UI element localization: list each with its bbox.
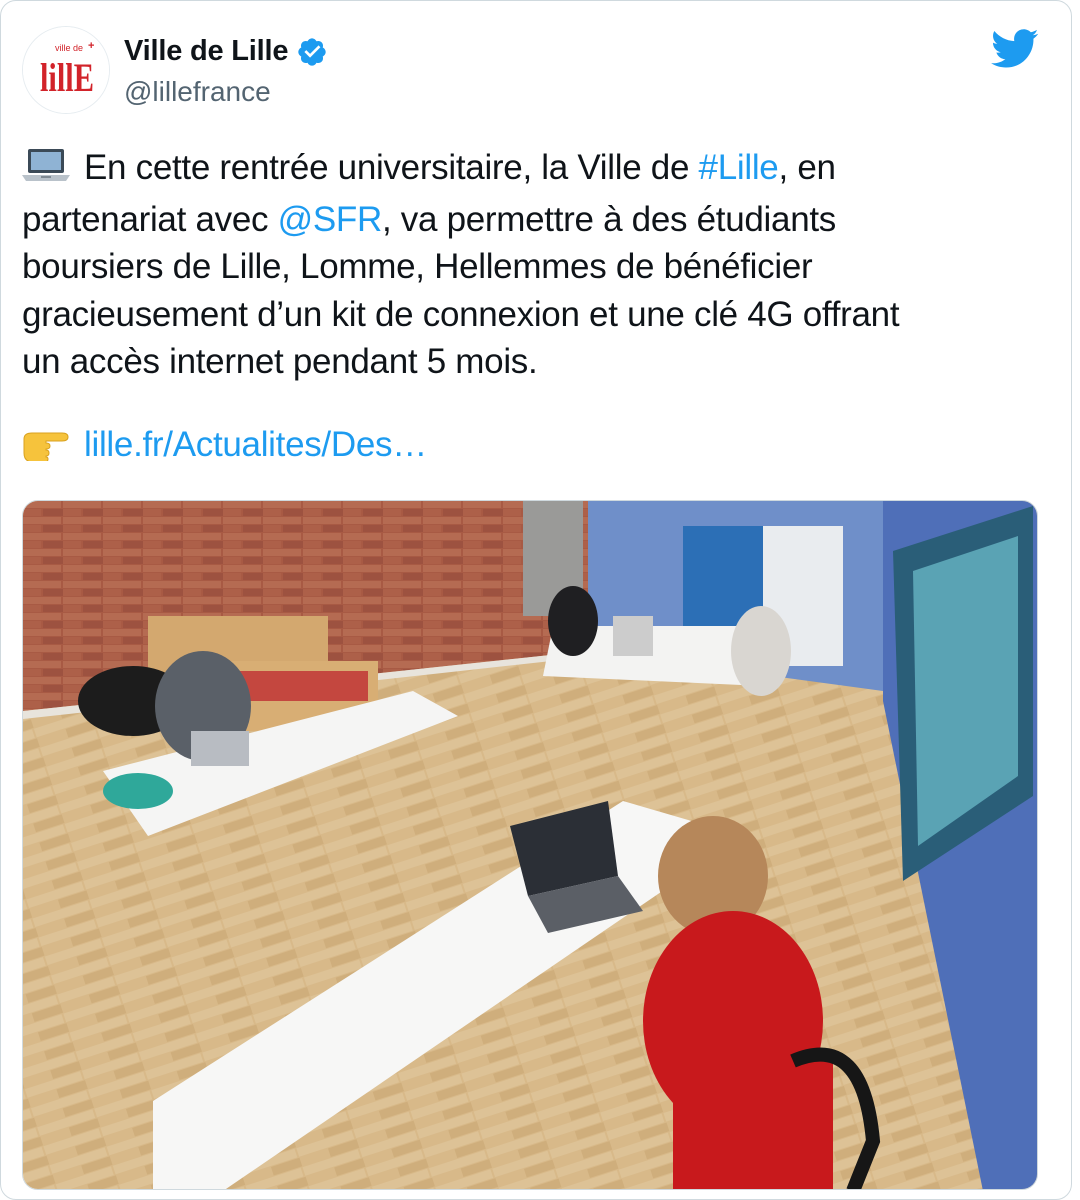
text-segment: un accès internet pendant 5 mois. xyxy=(22,342,538,381)
text-segment: , va permettre à des étudiants xyxy=(381,199,836,239)
twitter-bird-icon[interactable] xyxy=(991,28,1039,70)
author-avatar[interactable]: ville de + lillE xyxy=(22,26,110,114)
tweet-text-line: boursiers de Lille, Lomme, Hellemmes de … xyxy=(22,243,1047,291)
article-link[interactable]: lille.fr/Actualites/Des… xyxy=(84,425,427,464)
text-segment: partenariat avec xyxy=(22,199,278,239)
author-handle[interactable]: @lillefrance xyxy=(124,76,271,108)
author-name-row[interactable]: Ville de Lille xyxy=(124,35,328,68)
text-segment: boursiers de Lille, Lomme, Hellemmes de … xyxy=(22,247,813,286)
tweet-url-line: lille.fr/Actualites/Des… xyxy=(22,425,427,470)
text-segment: En cette rentrée universitaire, la Ville… xyxy=(84,148,699,187)
verified-badge-icon xyxy=(296,36,328,68)
laptop-icon xyxy=(22,147,70,196)
svg-text:+: + xyxy=(88,40,94,52)
tweet-text-line: En cette rentrée universitaire, la Ville… xyxy=(22,144,1047,196)
tweet-photo[interactable] xyxy=(22,500,1038,1190)
logo-small-text: ville de xyxy=(55,43,83,53)
tweet-text-line: partenariat avec @SFR, va permettre à de… xyxy=(22,196,1047,244)
pointing-hand-icon xyxy=(22,427,70,470)
tweet-text-line: gracieusement d’un kit de connexion et u… xyxy=(22,291,1047,339)
author-display-name[interactable]: Ville de Lille xyxy=(124,35,288,68)
text-segment: , en xyxy=(778,148,836,187)
tweet-text: En cette rentrée universitaire, la Ville… xyxy=(22,144,1047,386)
logo-text: lillE xyxy=(40,55,94,100)
hashtag-lille-link[interactable]: #Lille xyxy=(699,148,779,187)
tweet-card[interactable]: ville de + lillE Ville de Lille @lillefr… xyxy=(0,0,1072,1200)
photo-of-students-working-on-laptops xyxy=(23,501,1037,1189)
tweet-text-line: un accès internet pendant 5 mois. xyxy=(22,338,1047,386)
text-segment: gracieusement d’un kit de connexion et u… xyxy=(22,294,900,334)
mention-sfr-link[interactable]: @SFR xyxy=(278,200,383,239)
